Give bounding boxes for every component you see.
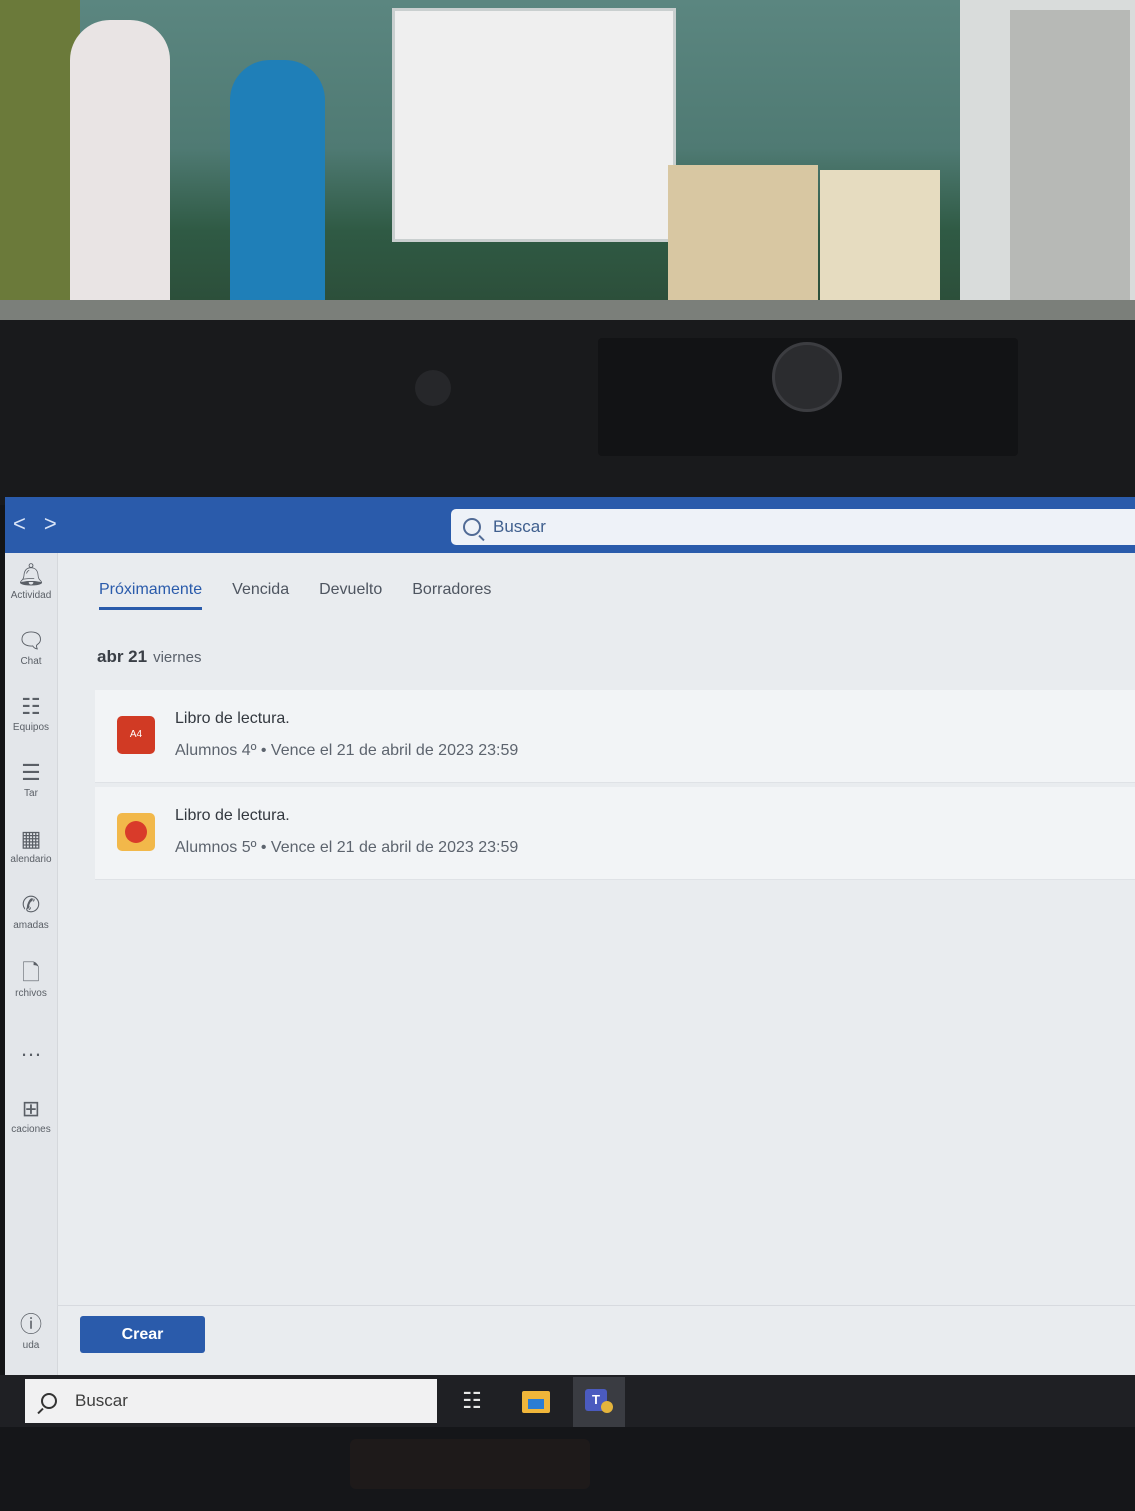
group-date: abr 21 xyxy=(97,647,148,666)
rail-item-label: Tar xyxy=(24,788,38,799)
more-icon: … xyxy=(20,1036,42,1061)
search-icon xyxy=(41,1393,57,1409)
teams-app-icon[interactable]: T xyxy=(573,1377,625,1427)
background-photo-room xyxy=(0,0,1135,330)
search-icon xyxy=(463,518,481,536)
rail-item-label: rchivos xyxy=(15,988,47,999)
laptop-bottom-bezel xyxy=(0,1427,1135,1511)
teams-icon: ☷ xyxy=(21,694,41,719)
door xyxy=(0,0,80,330)
file-explorer-icon[interactable] xyxy=(518,1383,554,1419)
taskbar: Buscar ☷ T xyxy=(0,1375,1135,1427)
rail-item-chat[interactable]: 🗨︎ Chat xyxy=(5,628,57,668)
rail-item-label: Equipos xyxy=(12,722,50,733)
rail-item-label: uda xyxy=(22,1340,40,1351)
forward-button[interactable]: > xyxy=(44,511,75,536)
bell-icon: 🔔︎ xyxy=(17,562,45,587)
rail-item-label: Actividad xyxy=(10,590,52,601)
rail-item-label: caciones xyxy=(11,1124,51,1135)
rail-item-more[interactable]: … xyxy=(5,1037,57,1061)
help-icon: ⓘ xyxy=(19,1312,42,1337)
rail-item-aplicaciones[interactable]: ⊞ caciones xyxy=(5,1096,57,1136)
assignment-meta: Alumnos 5º • Vence el 21 de abril de 202… xyxy=(175,839,519,856)
reflection xyxy=(350,1439,590,1489)
create-button[interactable]: Crear xyxy=(80,1316,205,1353)
rail-item-label: alendario xyxy=(10,854,52,865)
apps-icon: ⊞ xyxy=(21,1096,41,1121)
rail-item-label: amadas xyxy=(13,920,49,931)
whiteboard xyxy=(392,8,676,242)
assignment-meta: Alumnos 4º • Vence el 21 de abril de 202… xyxy=(175,742,519,759)
person-left xyxy=(70,20,170,320)
title-bar: <> Buscar xyxy=(5,497,1135,553)
class-badge: A4 xyxy=(117,716,155,754)
tab-vencida[interactable]: Vencida xyxy=(232,581,289,610)
light-sensor xyxy=(415,370,451,406)
group-weekday: viernes xyxy=(153,649,202,666)
calendar-icon: ▦ xyxy=(20,826,42,851)
laptop-bezel xyxy=(0,320,1135,505)
app-bar: 🔔︎ Actividad 🗨︎ Chat ☷ Equipos ☰ Tar ▦ a… xyxy=(5,553,58,1387)
search-box[interactable]: Buscar xyxy=(451,509,1135,545)
rail-item-label: Chat xyxy=(20,656,42,667)
chat-icon: 🗨︎ xyxy=(17,628,45,653)
taskbar-search[interactable]: Buscar xyxy=(25,1379,437,1423)
back-button[interactable]: < xyxy=(13,511,44,536)
tab-devuelto[interactable]: Devuelto xyxy=(319,581,382,610)
taskbar-search-input[interactable]: Buscar xyxy=(75,1391,128,1411)
date-group-header: abr 21 viernes xyxy=(97,647,201,667)
teams-window: <> Buscar 🔔︎ Actividad 🗨︎ Chat ☷ Equipos… xyxy=(5,497,1135,1387)
footer-divider xyxy=(57,1305,1135,1306)
rail-item-calendario[interactable]: ▦ alendario xyxy=(5,826,57,866)
glass-cabinet-inner xyxy=(1010,10,1130,310)
rail-item-archivos[interactable]: 🗋︎ rchivos xyxy=(5,960,57,1000)
rail-item-actividad[interactable]: 🔔︎ Actividad xyxy=(5,562,57,602)
rail-item-ayuda[interactable]: ⓘ uda xyxy=(5,1312,57,1352)
assignments-icon: ☰ xyxy=(21,760,41,785)
assignment-card[interactable]: Libro de lectura. Alumnos 5º • Vence el … xyxy=(95,787,1135,880)
assignment-title: Libro de lectura. xyxy=(175,807,290,824)
person-right xyxy=(230,60,325,310)
class-badge-icon xyxy=(117,813,155,851)
rail-item-equipos[interactable]: ☷ Equipos xyxy=(5,694,57,734)
rail-item-llamadas[interactable]: ✆ amadas xyxy=(5,892,57,932)
search-input[interactable]: Buscar xyxy=(493,517,546,537)
phone-icon: ✆ xyxy=(21,892,41,917)
webcam-lens xyxy=(772,342,842,412)
tab-proximamente[interactable]: Próximamente xyxy=(99,581,203,610)
task-view-icon[interactable]: ☷ xyxy=(454,1383,490,1419)
file-icon: 🗋︎ xyxy=(22,960,40,985)
assignment-card[interactable]: A4 Libro de lectura. Alumnos 4º • Vence … xyxy=(95,690,1135,783)
nav-arrows: <> xyxy=(13,511,75,537)
tab-borradores[interactable]: Borradores xyxy=(412,581,491,610)
rail-item-tareas[interactable]: ☰ Tar xyxy=(5,760,57,800)
assignment-tabs: Próximamente Vencida Devuelto Borradores xyxy=(99,581,491,610)
assignment-title: Libro de lectura. xyxy=(175,710,290,727)
